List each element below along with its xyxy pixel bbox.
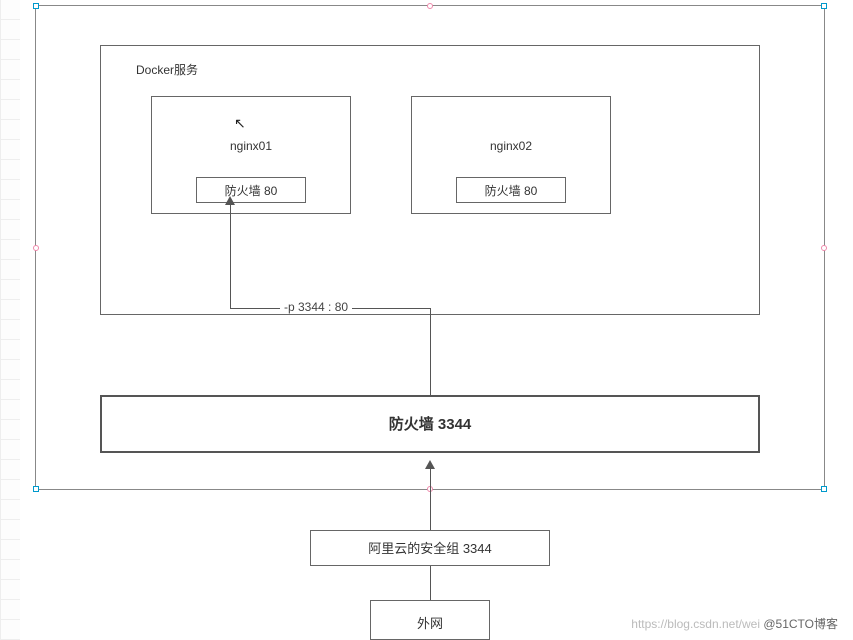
port-mapping-label: -p 3344 : 80: [280, 300, 352, 314]
mouse-cursor-icon: ↖: [234, 115, 246, 132]
resize-handle-n[interactable]: [427, 3, 433, 9]
arrow-head-icon: [425, 460, 435, 469]
watermark-text: https://blog.csdn.net/wei @51CTO博客: [631, 615, 838, 632]
resize-handle-e[interactable]: [821, 245, 827, 251]
container-nginx01[interactable]: ↖ nginx01 防火墙 80: [151, 96, 351, 214]
grid-background: [0, 0, 20, 640]
resize-handle-sw[interactable]: [33, 486, 39, 492]
security-group-label: 阿里云的安全组 3344: [368, 541, 492, 556]
arrow-head-icon: [225, 196, 235, 205]
firewall-label: 防火墙 80: [485, 184, 538, 198]
resize-handle-ne[interactable]: [821, 3, 827, 9]
resize-handle-nw[interactable]: [33, 3, 39, 9]
internet-box[interactable]: 外网: [370, 600, 490, 640]
docker-host-label: Docker服务: [136, 61, 198, 78]
host-firewall-label: 防火墙 3344: [389, 416, 472, 433]
container-nginx01-firewall[interactable]: 防火墙 80: [196, 177, 306, 203]
connector-line: [230, 200, 231, 308]
container-nginx02[interactable]: nginx02 防火墙 80: [411, 96, 611, 214]
resize-handle-w[interactable]: [33, 245, 39, 251]
resize-handle-se[interactable]: [821, 486, 827, 492]
connector-line: [430, 468, 431, 530]
diagram-canvas[interactable]: Docker服务 ↖ nginx01 防火墙 80 nginx02 防火墙 80…: [20, 0, 853, 640]
connector-line: [430, 308, 431, 395]
host-firewall-box[interactable]: 防火墙 3344: [100, 395, 760, 453]
container-nginx01-title: nginx01: [152, 139, 350, 153]
docker-host-box[interactable]: Docker服务 ↖ nginx01 防火墙 80 nginx02 防火墙 80: [100, 45, 760, 315]
connector-line: [430, 566, 431, 600]
internet-label: 外网: [417, 616, 443, 631]
container-nginx02-title: nginx02: [412, 139, 610, 153]
container-nginx02-firewall[interactable]: 防火墙 80: [456, 177, 566, 203]
security-group-box[interactable]: 阿里云的安全组 3344: [310, 530, 550, 566]
